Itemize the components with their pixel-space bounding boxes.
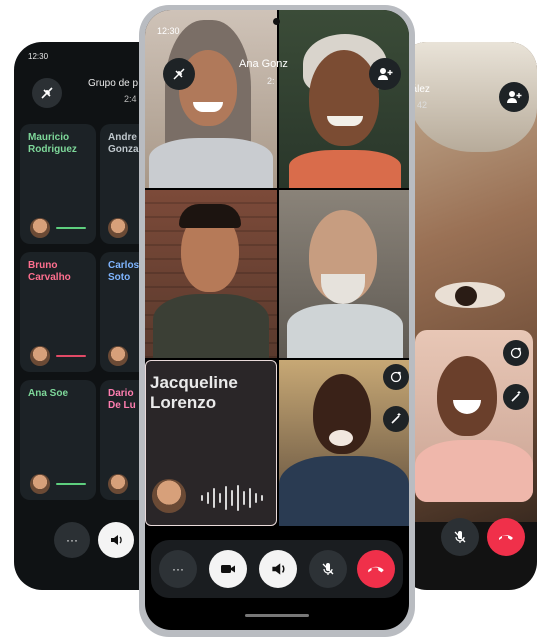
flip-camera-icon [390, 371, 402, 383]
mic-off-button[interactable] [309, 550, 347, 588]
end-call-icon [499, 535, 513, 540]
participant-tile[interactable]: Mauricio Rodriguez [20, 124, 96, 244]
more-icon: ··· [66, 533, 78, 547]
more-button[interactable]: ··· [54, 522, 90, 558]
mic-off-button[interactable] [441, 518, 479, 556]
add-person-icon [378, 68, 393, 80]
collapse-button[interactable] [163, 58, 195, 90]
participant-name: Bruno Carvalho [28, 260, 71, 283]
audio-level-bar [56, 355, 86, 357]
home-indicator [245, 614, 309, 617]
flip-camera-icon [510, 347, 522, 359]
speaker-button[interactable] [259, 550, 297, 588]
audio-level-bar [56, 483, 86, 485]
flip-camera-button[interactable] [503, 340, 529, 366]
participant-video[interactable] [145, 190, 277, 358]
audio-wave-icon [201, 485, 263, 511]
magic-wand-icon [391, 413, 401, 424]
add-person-button[interactable] [369, 58, 401, 90]
more-icon: ··· [172, 562, 184, 576]
speaker-icon [272, 563, 285, 575]
speaker-name: Jacqueline Lorenzo [150, 373, 238, 412]
add-person-icon [507, 91, 522, 103]
participant-name: Mauricio Rodriguez [28, 132, 77, 155]
magic-wand-icon [511, 391, 521, 402]
avatar [30, 474, 50, 494]
participant-name: Ana Soe [28, 388, 69, 399]
participant-video[interactable] [279, 10, 409, 188]
mic-off-icon [322, 563, 334, 575]
right-phone: nzález 42 [399, 42, 537, 590]
collapse-button[interactable] [32, 78, 62, 108]
mic-off-icon [454, 531, 466, 543]
add-person-button[interactable] [499, 82, 529, 112]
avatar [152, 479, 186, 513]
camera-notch [273, 18, 280, 25]
call-duration: 2:4 [124, 94, 137, 104]
call-duration: 2: [267, 76, 275, 86]
end-call-button[interactable] [487, 518, 525, 556]
call-title: Grupo de p [88, 78, 139, 89]
collapse-icon [173, 68, 185, 80]
call-title: Ana Gonz [239, 58, 288, 70]
video-button[interactable] [209, 550, 247, 588]
flip-camera-button[interactable] [383, 364, 409, 390]
status-time: 12:30 [157, 26, 180, 36]
end-call-button[interactable] [357, 550, 395, 588]
avatar [108, 346, 128, 366]
participant-tile[interactable]: Ana Soe [20, 380, 96, 500]
speaker-icon [111, 535, 122, 545]
call-duration: 42 [417, 100, 428, 110]
collapse-icon [41, 87, 53, 99]
center-phone: Jacqueline Lorenzo 12:30 Ana Gonz 2: ··· [145, 10, 409, 630]
video-icon [221, 565, 235, 573]
participant-video[interactable] [279, 190, 409, 358]
effects-button[interactable] [383, 406, 409, 432]
avatar [30, 218, 50, 238]
effects-button[interactable] [503, 384, 529, 410]
avatar [30, 346, 50, 366]
end-call-icon [368, 566, 384, 573]
participant-tile[interactable]: Bruno Carvalho [20, 252, 96, 372]
avatar [108, 218, 128, 238]
status-time: 12:30 [28, 52, 49, 61]
speaker-button[interactable] [98, 522, 134, 558]
audio-level-bar [56, 227, 86, 229]
avatar [108, 474, 128, 494]
participant-video[interactable] [145, 10, 277, 188]
more-button[interactable]: ··· [159, 550, 197, 588]
active-speaker-tile[interactable]: Jacqueline Lorenzo [145, 360, 277, 526]
